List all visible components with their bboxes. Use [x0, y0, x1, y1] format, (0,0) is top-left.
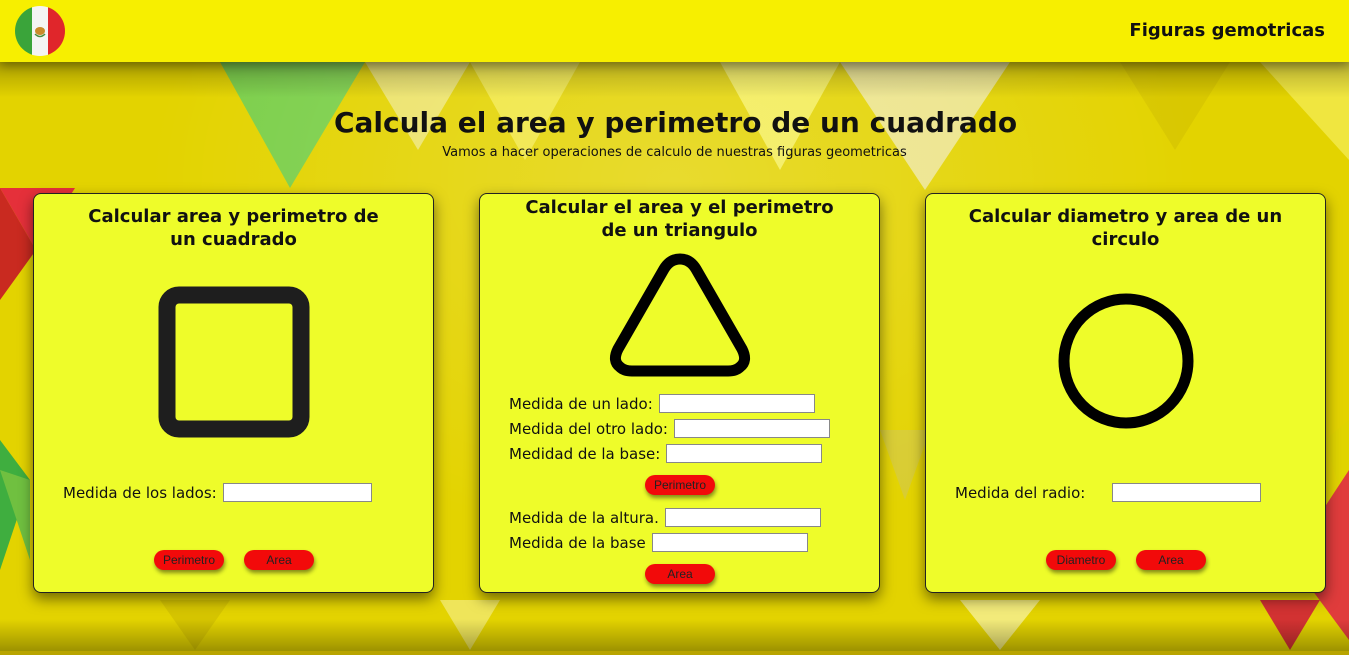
triangle-area-base-input[interactable]: [651, 533, 808, 552]
circle-diameter-button[interactable]: Diametro: [1046, 550, 1116, 570]
triangle-side-a-field: Medida de un lado:: [509, 394, 815, 413]
triangle-card-title: Calcular el area y el perimetro de un tr…: [525, 197, 834, 241]
footer-edge: [0, 651, 1349, 655]
triangle-area-button[interactable]: Area: [645, 564, 715, 584]
triangle-side-b-field: Medida del otro lado:: [509, 419, 830, 438]
triangle-icon: [609, 253, 751, 377]
triangle-height-label: Medida de la altura.: [509, 508, 659, 527]
triangle-area-base-label: Medida de la base: [509, 533, 646, 552]
top-navbar: Figuras gemotricas: [0, 0, 1349, 62]
circle-card: Calcular diametro y area de un circulo M…: [925, 193, 1326, 593]
square-card-title: Calcular area y perimetro de un cuadrado: [88, 206, 379, 250]
square-card: Calcular area y perimetro de un cuadrado…: [33, 193, 434, 593]
square-area-button[interactable]: Area: [244, 550, 314, 570]
triangle-area-base-field: Medida de la base: [509, 533, 808, 552]
triangle-height-field: Medida de la altura.: [509, 508, 821, 527]
page-title: Calcula el area y perimetro de un cuadra…: [333, 106, 1018, 139]
square-icon: [158, 286, 310, 438]
circle-card-title: Calcular diametro y area de un circulo: [968, 206, 1283, 250]
triangle-perimeter-button[interactable]: Perimetro: [645, 475, 715, 495]
triangle-side-b-input[interactable]: [673, 419, 830, 438]
square-perimeter-button[interactable]: Perimetro: [154, 550, 224, 570]
circle-radius-field: Medida del radio:: [955, 483, 1262, 502]
triangle-side-a-input[interactable]: [658, 394, 815, 413]
triangle-base-field: Medidad de la base:: [509, 444, 823, 463]
circle-icon: [1058, 293, 1194, 429]
brand-link[interactable]: Figuras gemotricas: [1129, 20, 1325, 41]
circle-radius-label: Medida del radio:: [955, 483, 1086, 502]
triangle-side-a-label: Medida de un lado:: [509, 394, 653, 413]
triangle-height-input[interactable]: [664, 508, 821, 527]
hero-section: Calcula el area y perimetro de un cuadra…: [0, 106, 1349, 160]
square-side-input[interactable]: [222, 483, 372, 502]
circle-radius-input[interactable]: [1112, 483, 1262, 502]
triangle-base-input[interactable]: [666, 444, 823, 463]
triangle-card: Calcular el area y el perimetro de un tr…: [479, 193, 880, 593]
square-side-field: Medida de los lados:: [63, 483, 372, 502]
triangle-base-label: Medidad de la base:: [509, 444, 661, 463]
page-subtitle: Vamos a hacer operaciones de calculo de …: [442, 145, 907, 160]
circle-area-button[interactable]: Area: [1136, 550, 1206, 570]
mexican-flag-icon[interactable]: [15, 6, 65, 56]
triangle-side-b-label: Medida del otro lado:: [509, 419, 668, 438]
square-side-label: Medida de los lados:: [63, 483, 217, 502]
